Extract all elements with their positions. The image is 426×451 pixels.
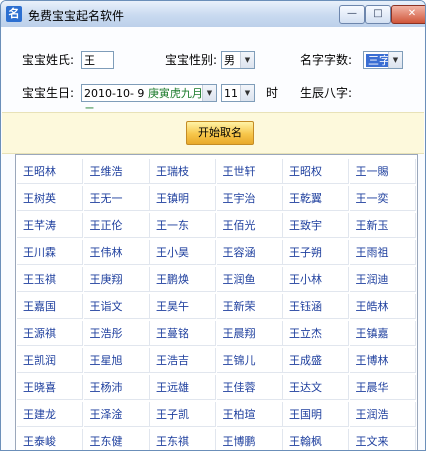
surname-label: 宝宝姓氏: xyxy=(22,53,75,67)
close-button[interactable]: ✕ xyxy=(391,5,425,24)
name-result-cell[interactable]: 王一东 xyxy=(150,213,216,238)
name-result-cell[interactable]: 王柏瑄 xyxy=(216,402,283,427)
name-result-cell[interactable]: 王立杰 xyxy=(283,321,349,346)
name-result-cell[interactable]: 王星旭 xyxy=(83,348,150,373)
name-result-cell[interactable]: 王嘉国 xyxy=(17,294,83,319)
hour-unit: 时 xyxy=(266,86,279,100)
name-result-cell[interactable]: 王翰枫 xyxy=(283,429,349,450)
title-bar: 名 免费宝宝起名软件 — □ ✕ xyxy=(1,1,425,27)
name-result-cell[interactable]: 王钰涵 xyxy=(283,294,349,319)
input-form: 宝宝姓氏: 王 宝宝性别: 男 ▼ 名字字数: 三字 ▼ 宝宝生日: 2010-… xyxy=(2,27,424,118)
surname-value: 王 xyxy=(84,54,95,67)
name-result-cell[interactable]: 王小昊 xyxy=(150,240,216,265)
name-result-cell[interactable]: 王致宇 xyxy=(283,213,349,238)
name-result-cell[interactable]: 王一奕 xyxy=(349,186,416,211)
name-result-cell[interactable]: 王一賜 xyxy=(349,159,416,184)
name-result-cell[interactable]: 王无一 xyxy=(83,186,150,211)
name-result-cell[interactable]: 王佳蓉 xyxy=(216,375,283,400)
dropdown-arrow-icon[interactable]: ▼ xyxy=(240,52,254,68)
name-result-cell[interactable]: 王泽淦 xyxy=(83,402,150,427)
name-count-label: 名字字数: xyxy=(300,53,353,67)
name-result-cell[interactable]: 王皓林 xyxy=(349,294,416,319)
name-result-cell[interactable]: 王蔓铭 xyxy=(150,321,216,346)
name-result-cell[interactable]: 王晨翔 xyxy=(216,321,283,346)
name-result-cell[interactable]: 王浩彤 xyxy=(83,321,150,346)
name-result-cell[interactable]: 王凯润 xyxy=(17,348,83,373)
name-result-cell[interactable]: 王建龙 xyxy=(17,402,83,427)
dropdown-arrow-icon[interactable]: ▼ xyxy=(388,52,402,68)
dropdown-arrow-icon[interactable]: ▼ xyxy=(240,85,254,101)
app-icon: 名 xyxy=(6,6,22,22)
name-result-cell[interactable]: 王东祺 xyxy=(150,429,216,450)
name-result-cell[interactable]: 王雨祖 xyxy=(349,240,416,265)
name-result-cell[interactable]: 王乾翼 xyxy=(283,186,349,211)
hour-select[interactable]: 11 ▼ xyxy=(221,84,255,102)
name-result-cell[interactable]: 王鹏焕 xyxy=(150,267,216,292)
name-result-cell[interactable]: 王浩吉 xyxy=(150,348,216,373)
name-result-cell[interactable]: 王伟林 xyxy=(83,240,150,265)
name-result-cell[interactable]: 王博林 xyxy=(349,348,416,373)
name-result-cell[interactable]: 王昭林 xyxy=(17,159,83,184)
name-result-cell[interactable]: 王镇明 xyxy=(150,186,216,211)
name-result-cell[interactable]: 王昊午 xyxy=(150,294,216,319)
app-window: 名 免费宝宝起名软件 — □ ✕ 宝宝姓氏: 王 宝宝性别: 男 ▼ 名字字数:… xyxy=(0,0,426,451)
birthday-date: 2010-10- 9 xyxy=(84,87,145,100)
name-result-cell[interactable]: 王国明 xyxy=(283,402,349,427)
name-result-cell[interactable]: 王玉祺 xyxy=(17,267,83,292)
window-title: 免费宝宝起名软件 xyxy=(28,9,125,23)
calendar-dropdown-icon[interactable]: ▼ xyxy=(202,85,216,101)
name-result-cell[interactable]: 王芊涛 xyxy=(17,213,83,238)
bazi-label: 生辰八字: xyxy=(300,86,353,100)
name-result-cell[interactable]: 王宇治 xyxy=(216,186,283,211)
name-result-cell[interactable]: 王文来 xyxy=(350,429,416,450)
hour-value: 11 xyxy=(224,87,238,100)
name-results-grid: 王昭林 王维浩 王瑞枝 王世轩 王昭权 王一賜 王树英 王无一 王镇明 王宇治 王乾翼 王一奕 王芊涛王… xyxy=(15,154,418,450)
name-result-cell[interactable]: 王子朔 xyxy=(283,240,349,265)
name-result-cell[interactable]: 王树英 xyxy=(17,186,83,211)
name-result-cell[interactable]: 王小林 xyxy=(283,267,349,292)
name-result-cell[interactable]: 王泰峻 xyxy=(17,429,83,450)
name-count-select[interactable]: 三字 ▼ xyxy=(363,51,403,69)
birthday-label: 宝宝生日: xyxy=(22,86,75,100)
name-result-cell[interactable]: 王源祺 xyxy=(17,321,83,346)
name-result-cell[interactable]: 王庚翔 xyxy=(83,267,150,292)
name-result-cell[interactable]: 王世轩 xyxy=(216,159,283,184)
name-result-cell[interactable]: 王锦儿 xyxy=(216,348,283,373)
name-result-cell[interactable]: 王昭权 xyxy=(283,159,349,184)
gender-select[interactable]: 男 ▼ xyxy=(221,51,255,69)
name-result-cell[interactable]: 王瑞枝 xyxy=(150,159,216,184)
gender-value: 男 xyxy=(224,54,235,67)
name-result-cell[interactable]: 王新玉 xyxy=(349,213,416,238)
birthday-picker[interactable]: 2010-10- 9 庚寅虎九月初二 ▼ xyxy=(81,84,217,118)
name-result-cell[interactable]: 王佰光 xyxy=(216,213,283,238)
gender-label: 宝宝性别: xyxy=(165,53,218,67)
name-result-cell[interactable]: 王维浩 xyxy=(83,159,150,184)
name-result-cell[interactable]: 王远雄 xyxy=(150,375,216,400)
action-bar: 开始取名 xyxy=(2,112,424,154)
minimize-button[interactable]: — xyxy=(339,5,365,24)
name-result-cell[interactable]: 王正伦 xyxy=(83,213,150,238)
name-result-cell[interactable]: 王晓喜 xyxy=(17,375,83,400)
name-result-cell[interactable]: 王镇嘉 xyxy=(349,321,416,346)
name-result-cell[interactable]: 王润迪 xyxy=(349,267,416,292)
name-result-cell[interactable]: 王川霖 xyxy=(17,240,83,265)
name-result-cell[interactable]: 王新荣 xyxy=(216,294,283,319)
name-result-cell[interactable]: 王达文 xyxy=(283,375,349,400)
name-result-cell[interactable]: 王晨华 xyxy=(349,375,416,400)
name-result-cell[interactable]: 王润鱼 xyxy=(216,267,283,292)
name-result-cell[interactable]: 王容涵 xyxy=(216,240,283,265)
name-result-cell[interactable]: 王子凯 xyxy=(150,402,216,427)
name-result-cell[interactable]: 王杨沛 xyxy=(83,375,150,400)
start-naming-button[interactable]: 开始取名 xyxy=(186,121,254,145)
name-result-cell[interactable]: 王博鹏 xyxy=(217,429,283,450)
surname-input[interactable]: 王 xyxy=(81,51,114,69)
maximize-button[interactable]: □ xyxy=(365,5,391,24)
name-result-cell[interactable]: 王成盛 xyxy=(283,348,349,373)
name-result-cell[interactable]: 王诣文 xyxy=(83,294,150,319)
name-result-cell[interactable]: 王润浩 xyxy=(349,402,416,427)
name-result-cell[interactable]: 王东健 xyxy=(84,429,150,450)
